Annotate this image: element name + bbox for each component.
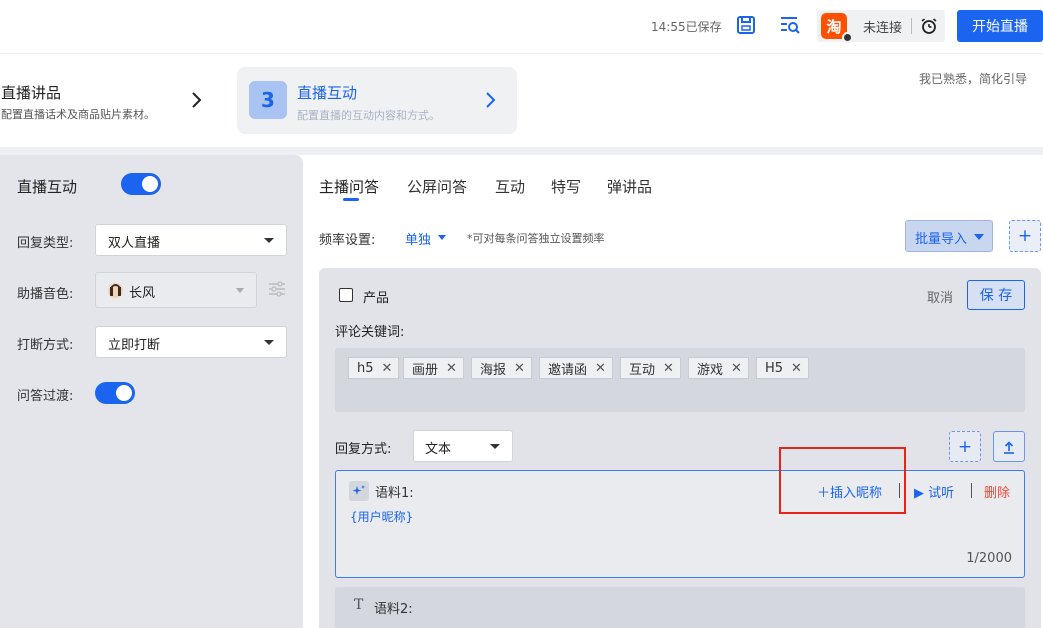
keyword-text: 游戏: [697, 362, 724, 378]
chevron-right-icon: [190, 90, 204, 114]
search-list-icon[interactable]: [777, 12, 803, 38]
voice-avatar: [108, 283, 123, 298]
voice-value: 长风: [129, 286, 156, 301]
tab-screen-qa[interactable]: 公屏问答: [407, 176, 467, 197]
divider: [911, 18, 912, 34]
close-icon[interactable]: ✕: [663, 361, 674, 376]
corpus-content[interactable]: {用户昵称}: [350, 508, 413, 525]
step-live-interaction[interactable]: 3 直播互动 配置直播的互动内容和方式。: [237, 67, 517, 134]
connection-dot: [842, 32, 853, 43]
keyword-input[interactable]: h5 ✕ 画册 ✕ 海报 ✕ 邀请函 ✕ 互动 ✕ 游戏 ✕ H5 ✕: [335, 348, 1025, 412]
batch-import-label: 批量导入: [915, 232, 968, 247]
keyword-tag[interactable]: h5 ✕: [348, 357, 400, 379]
save-icon[interactable]: [733, 12, 759, 38]
frequency-select[interactable]: 单独: [405, 229, 431, 248]
live-interaction-toggle[interactable]: [121, 173, 161, 195]
caret-down-icon[interactable]: [438, 235, 446, 240]
reply-type-select[interactable]: 双人直播: [95, 224, 287, 256]
ai-sparkle-icon: [349, 481, 369, 501]
alarm-clock-icon[interactable]: [919, 16, 939, 40]
caret-down-icon: [490, 444, 500, 449]
highlight-annotation: [779, 447, 906, 514]
reply-type-value: 双人直播: [108, 236, 161, 251]
add-corpus-button[interactable]: +: [949, 431, 981, 462]
corpus-item[interactable]: T 语料2:: [335, 587, 1025, 628]
keyword-text: 邀请函: [548, 362, 588, 378]
reply-mode-value: 文本: [425, 442, 452, 457]
qa-transition-toggle[interactable]: [95, 382, 135, 404]
voice-select[interactable]: 长风: [95, 272, 257, 308]
chevron-right-icon: [485, 91, 497, 113]
close-icon[interactable]: ✕: [382, 361, 393, 376]
simplify-guide-link[interactable]: 我已熟悉，简化引导: [919, 70, 1027, 87]
interrupt-label: 打断方式:: [17, 338, 74, 353]
tab-interaction[interactable]: 互动: [495, 176, 525, 197]
connection-panel[interactable]: 淘 未连接: [817, 10, 945, 43]
product-checkbox[interactable]: [339, 288, 353, 302]
keyword-tag[interactable]: 游戏 ✕: [688, 357, 749, 379]
step-number: 3: [249, 81, 287, 119]
product-label: 产品: [363, 291, 390, 306]
section-divider: [0, 147, 1043, 155]
saved-status: 14:55已保存: [651, 20, 722, 34]
keyword-tag[interactable]: 海报 ✕: [471, 357, 532, 379]
close-icon[interactable]: ✕: [514, 361, 525, 376]
corpus-title: 语料1:: [375, 486, 414, 501]
start-live-button[interactable]: 开始直播: [957, 10, 1043, 42]
live-interaction-label: 直播互动: [17, 178, 78, 196]
corpus-item[interactable]: 语料1: {用户昵称} ＋插入昵称 ▶ 试听 删除 1/2000: [335, 470, 1025, 578]
step-live-explain-desc: 配置直播话术及商品贴片素材。: [1, 108, 155, 121]
qa-transition-label: 问答过渡:: [17, 389, 74, 404]
active-tab-indicator: [343, 198, 359, 201]
reply-mode-label: 回复方式:: [335, 442, 392, 457]
close-icon[interactable]: ✕: [595, 361, 606, 376]
step-title: 直播互动: [297, 84, 358, 102]
upload-icon[interactable]: [993, 431, 1025, 462]
close-icon[interactable]: ✕: [731, 361, 742, 376]
interrupt-select[interactable]: 立即打断: [95, 326, 287, 358]
caret-down-icon: [264, 340, 274, 345]
tab-closeup[interactable]: 特写: [551, 176, 581, 197]
divider: [971, 483, 972, 498]
keyword-label: 评论关键词:: [335, 325, 405, 340]
caret-down-icon: [264, 238, 274, 243]
top-header: 14:55已保存 淘 未连接 开始直播: [0, 0, 1043, 54]
connection-status: 未连接: [863, 21, 903, 36]
reply-type-label: 回复类型:: [17, 236, 74, 251]
keyword-tag[interactable]: 画册 ✕: [403, 357, 464, 379]
batch-import-button[interactable]: 批量导入: [905, 220, 993, 252]
keyword-tag[interactable]: 邀请函 ✕: [539, 357, 613, 379]
keyword-text: h5: [357, 360, 374, 376]
keyword-text: 画册: [412, 362, 439, 378]
frequency-label: 频率设置:: [319, 233, 376, 248]
keyword-tag[interactable]: 互动 ✕: [620, 357, 681, 379]
tab-anchor-qa[interactable]: 主播问答: [319, 176, 379, 197]
step-live-explain-title[interactable]: 直播讲品: [1, 82, 61, 103]
add-qa-button[interactable]: +: [1009, 220, 1041, 252]
close-icon[interactable]: ✕: [446, 361, 457, 376]
try-listen-button[interactable]: ▶ 试听: [914, 482, 954, 501]
caret-down-icon: [974, 234, 984, 240]
caret-down-icon: [236, 288, 244, 293]
char-counter: 1/2000: [966, 551, 1012, 566]
frequency-note: *可对每条问答独立设置频率: [467, 232, 605, 245]
tab-popup-product[interactable]: 弹讲品: [607, 176, 652, 197]
step-desc: 配置直播的互动内容和方式。: [297, 109, 440, 122]
reply-mode-select[interactable]: 文本: [413, 430, 513, 462]
keyword-text: 海报: [480, 362, 507, 378]
voice-settings-icon[interactable]: [268, 281, 286, 301]
keyword-text: H5: [765, 360, 784, 376]
delete-button[interactable]: 删除: [984, 482, 1010, 501]
keyword-tag[interactable]: H5 ✕: [756, 357, 809, 379]
save-button[interactable]: 保 存: [967, 280, 1025, 310]
close-icon[interactable]: ✕: [791, 361, 802, 376]
interrupt-value: 立即打断: [108, 338, 161, 353]
cancel-button[interactable]: 取消: [927, 287, 953, 306]
voice-label: 助播音色:: [17, 287, 74, 302]
corpus-title: 语料2:: [374, 602, 413, 617]
text-type-icon: T: [354, 597, 364, 613]
keyword-text: 互动: [629, 362, 656, 378]
